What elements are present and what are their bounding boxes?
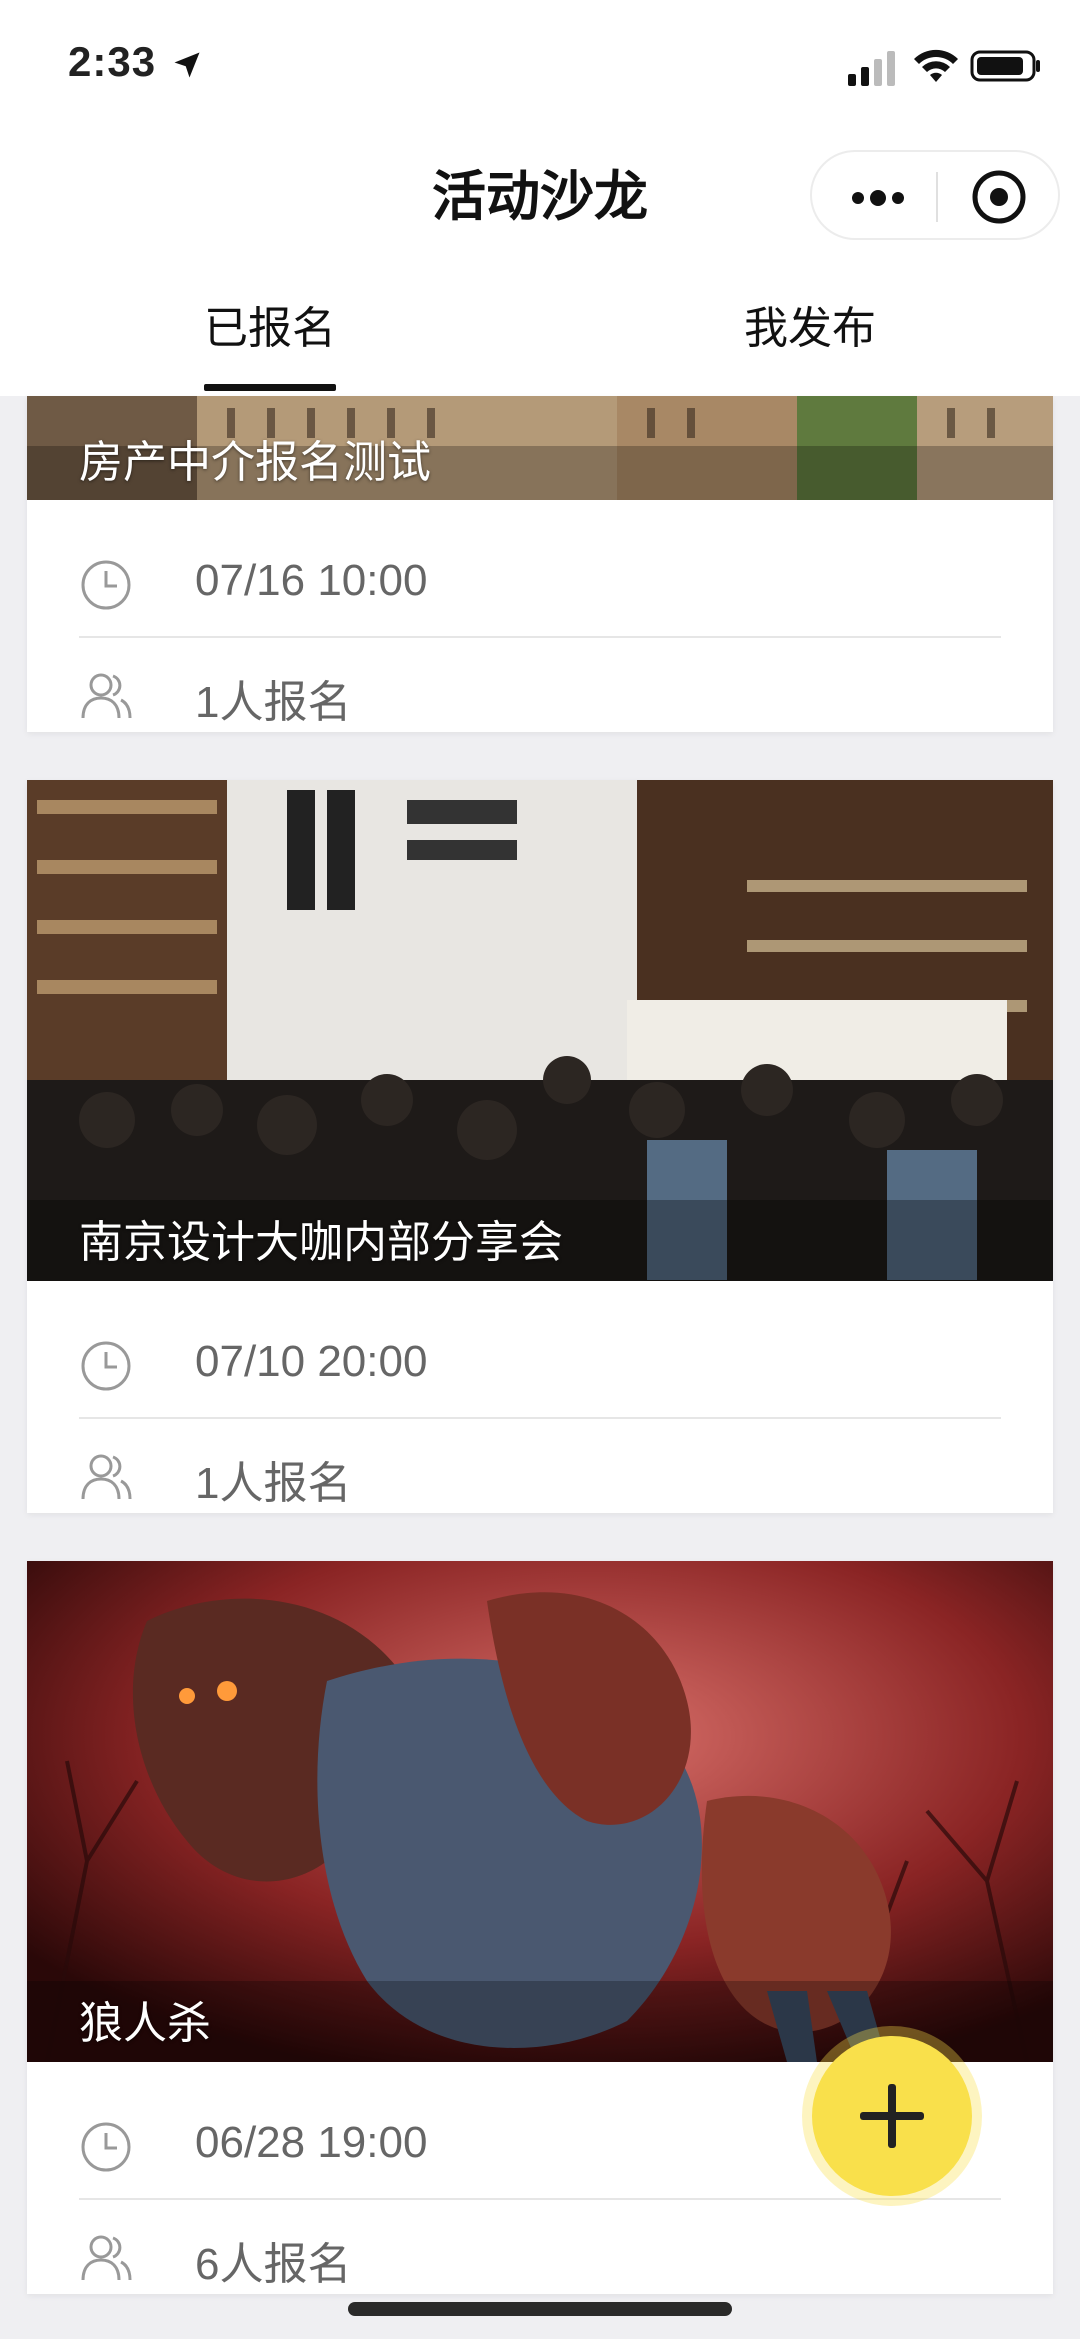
people-icon — [81, 1454, 132, 1500]
event-time-row: 07/10 20:00 — [79, 1309, 1001, 1419]
event-datetime: 07/16 10:00 — [195, 556, 428, 605]
event-signups: 1人报名 — [195, 678, 352, 727]
event-time-row: 07/16 10:00 — [79, 528, 1001, 638]
clock-icon — [81, 560, 131, 610]
clock-icon — [81, 2122, 131, 2172]
status-time: 2:33 — [68, 38, 157, 85]
event-title: 狼人杀 — [79, 1999, 211, 2048]
event-card[interactable]: 南京设计大咖内部分享会 07/10 20:00 1人报名 — [27, 780, 1053, 1513]
event-title: 房产中介报名测试 — [79, 438, 431, 487]
more-icon[interactable] — [848, 178, 908, 218]
home-indicator — [348, 2302, 732, 2316]
clock-icon — [81, 1341, 131, 1391]
status-bar: 2:33 — [0, 0, 1080, 130]
event-title: 南京设计大咖内部分享会 — [79, 1218, 563, 1267]
event-signups-row: 6人报名 — [79, 2200, 1001, 2310]
cellular-signal-icon — [848, 51, 895, 86]
tab-active-indicator — [204, 384, 336, 391]
plus-icon — [860, 2084, 924, 2148]
tab-registered[interactable]: 已报名 — [120, 292, 420, 356]
event-datetime: 07/10 20:00 — [195, 1337, 428, 1386]
nav-bar: 活动沙龙 — [0, 130, 1080, 270]
event-signups-row: 1人报名 — [79, 638, 1001, 748]
people-icon — [81, 2235, 132, 2281]
wifi-icon — [914, 49, 958, 82]
tab-published[interactable]: 我发布 — [660, 292, 960, 356]
capsule-divider — [936, 172, 938, 222]
add-event-button[interactable] — [812, 2036, 972, 2196]
close-target-icon[interactable] — [970, 168, 1028, 226]
event-signups-row: 1人报名 — [79, 1419, 1001, 1529]
event-signups: 6人报名 — [195, 2240, 352, 2289]
tab-bar: 已报名 我发布 — [0, 270, 1080, 396]
people-icon — [81, 673, 132, 719]
event-signups: 1人报名 — [195, 1459, 352, 1508]
mini-program-capsule — [810, 150, 1060, 240]
event-card[interactable]: 房产中介报名测试 07/16 10:00 1人报名 — [27, 396, 1053, 732]
event-datetime: 06/28 19:00 — [195, 2118, 428, 2167]
battery-icon — [970, 50, 1040, 82]
location-arrow-icon — [174, 52, 200, 78]
screen: 2:33 活动沙龙 已报名 我发布 房产中介报名测试 07/16 10:00 1… — [0, 0, 1080, 2339]
